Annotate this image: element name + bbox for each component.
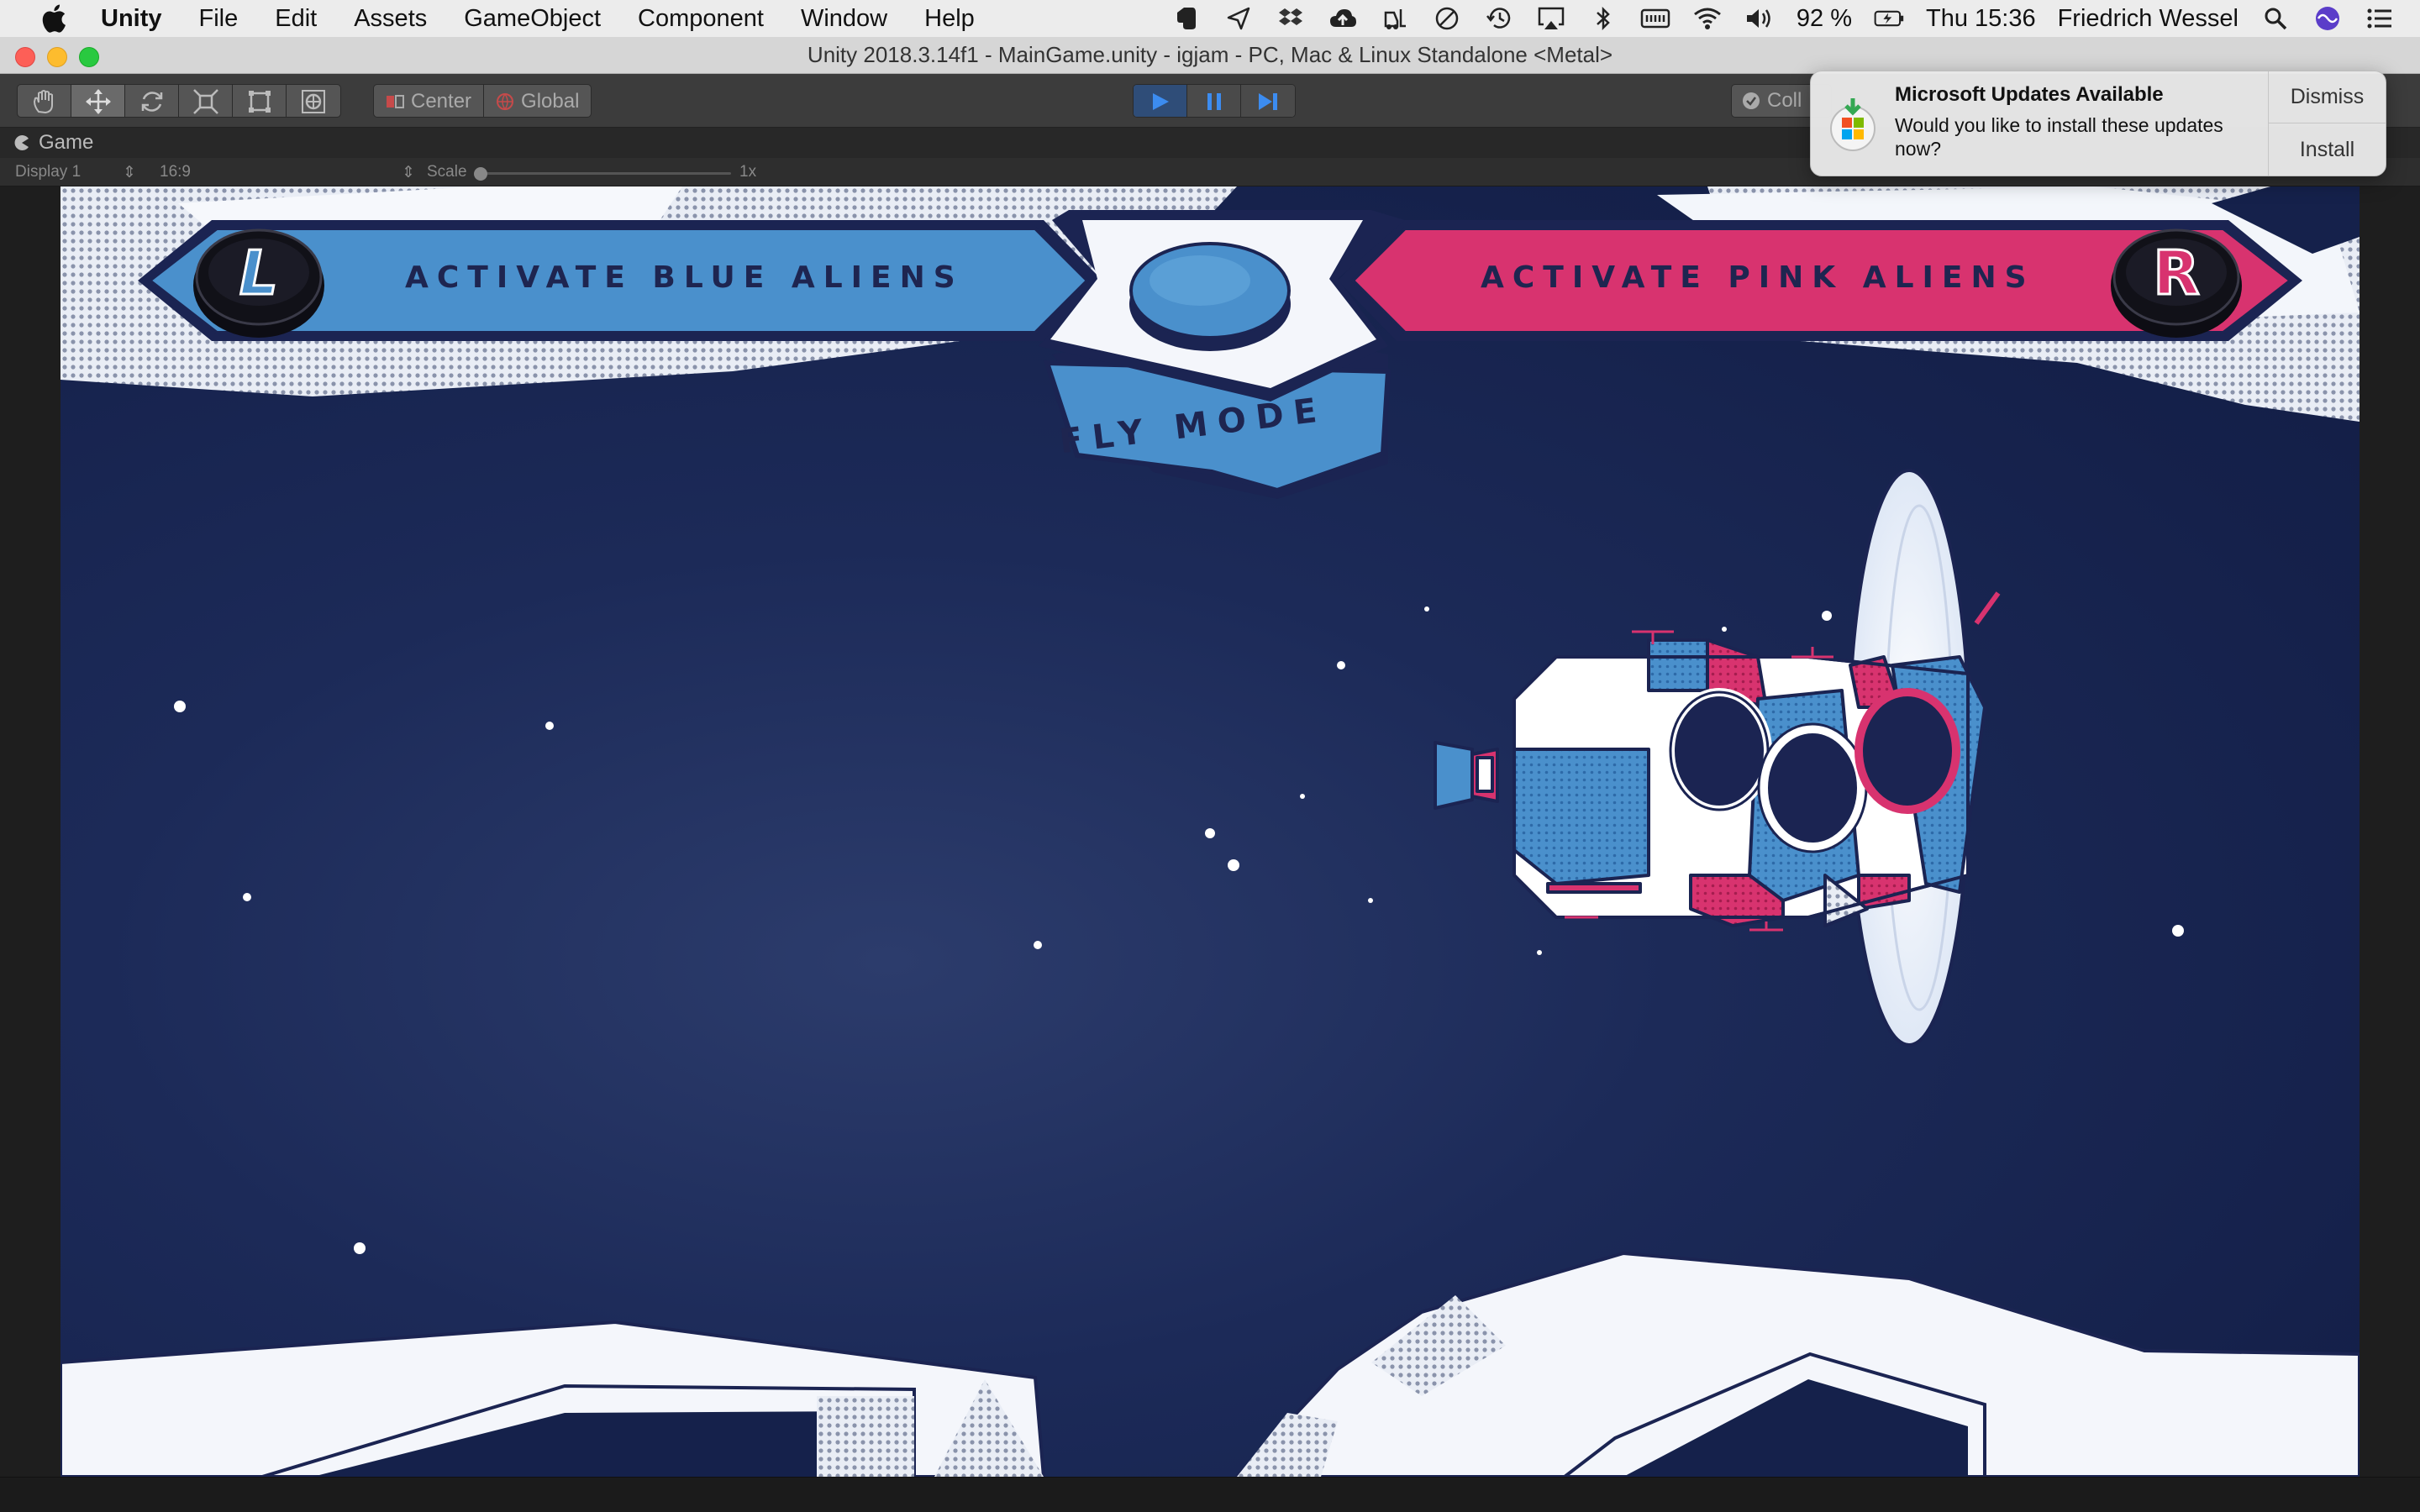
scale-label: Scale	[427, 163, 467, 181]
display-select[interactable]: Display 1	[15, 163, 81, 181]
scale-slider-track[interactable]	[479, 172, 731, 175]
tab-game-label: Game	[39, 131, 94, 154]
notification-body: Would you like to install these updates …	[1895, 114, 2223, 160]
menu-edit[interactable]: Edit	[256, 5, 335, 33]
notification-title: Microsoft Updates Available	[1895, 83, 2164, 106]
airplay-icon[interactable]	[1536, 6, 1566, 31]
menu-file[interactable]: File	[181, 5, 257, 33]
apple-menu-icon[interactable]	[32, 0, 76, 37]
play-controls	[1133, 84, 1296, 118]
pivot-global-label: Global	[521, 90, 580, 113]
update-notification: Microsoft Updates Available Would you li…	[1810, 71, 2386, 176]
r-button-letter: R	[2153, 238, 2199, 308]
minimize-window-button[interactable]	[47, 47, 67, 67]
play-button[interactable]	[1134, 85, 1187, 117]
collab-label: Coll	[1767, 89, 1802, 112]
clock[interactable]: Thu 15:36	[1926, 5, 2036, 33]
menu-assets[interactable]: Assets	[335, 5, 445, 33]
forklift-icon[interactable]	[1380, 6, 1410, 31]
volume-icon[interactable]	[1744, 6, 1775, 31]
status-strip	[0, 1477, 2420, 1512]
step-button[interactable]	[1241, 85, 1295, 117]
scale-slider-handle[interactable]	[474, 167, 487, 181]
menu-app-name[interactable]: Unity	[76, 5, 181, 33]
pivot-center-button[interactable]: Center	[374, 85, 485, 117]
menu-window[interactable]: Window	[782, 5, 906, 33]
notification-actions: Dismiss Install	[2268, 71, 2386, 176]
pink-aliens-label: Activate Pink Aliens	[1481, 260, 2035, 295]
do-not-disturb-icon[interactable]	[1432, 6, 1462, 31]
scale-value: 1x	[739, 163, 757, 181]
wifi-icon[interactable]	[1692, 6, 1723, 31]
close-window-button[interactable]	[15, 47, 35, 67]
blue-aliens-label: Activate Blue Aliens	[405, 260, 964, 295]
pivot-global-button[interactable]: Global	[484, 85, 591, 117]
window-title: Unity 2018.3.14f1 - MainGame.unity - igj…	[807, 42, 1613, 67]
dismiss-button[interactable]: Dismiss	[2269, 71, 2386, 123]
pivot-center-label: Center	[411, 90, 472, 113]
evernote-icon[interactable]	[1171, 6, 1202, 31]
cloud-upload-icon[interactable]	[1328, 6, 1358, 31]
lower-asteroid	[60, 1251, 2360, 1477]
scale-tool-icon[interactable]	[179, 85, 233, 117]
notification-center-icon[interactable]	[2365, 6, 2395, 31]
step-icon	[1259, 93, 1277, 110]
play-icon	[1152, 93, 1169, 110]
game-scene: L R	[60, 186, 2360, 1477]
battery-percentage: 92 %	[1796, 4, 1852, 32]
send-icon[interactable]	[1223, 6, 1254, 31]
tab-game[interactable]: Game	[13, 131, 93, 155]
maximize-window-button[interactable]	[79, 47, 99, 67]
siri-icon[interactable]	[2312, 6, 2343, 31]
install-button[interactable]: Install	[2269, 123, 2386, 176]
pause-button[interactable]	[1187, 85, 1241, 117]
bluetooth-icon[interactable]	[1588, 6, 1618, 31]
hand-tool-icon[interactable]	[18, 85, 71, 117]
time-machine-icon[interactable]	[1484, 6, 1514, 31]
dropbox-icon[interactable]	[1276, 6, 1306, 31]
game-viewport[interactable]: L R Activate Blue Aliens Activate Pink A…	[60, 186, 2360, 1477]
display-chevron-icon: ⇕	[123, 164, 136, 181]
l-button-letter: L	[239, 238, 278, 308]
globe-icon	[497, 93, 514, 111]
transform-tools	[17, 84, 341, 118]
rotate-tool-icon[interactable]	[125, 85, 179, 117]
user-name[interactable]: Friedrich Wessel	[2058, 5, 2238, 33]
pause-icon	[1207, 93, 1221, 110]
spotlight-icon[interactable]	[2260, 6, 2291, 31]
rect-tool-icon[interactable]	[233, 85, 287, 117]
center-button	[1129, 242, 1291, 351]
menu-help[interactable]: Help	[906, 5, 993, 33]
battery-icon[interactable]	[1874, 6, 1904, 31]
pivot-icon	[387, 95, 404, 108]
pivot-toggles: Center Global	[373, 84, 592, 118]
checkmark-icon	[1743, 92, 1760, 109]
transform-tool-icon[interactable]	[287, 85, 340, 117]
move-tool-icon[interactable]	[71, 85, 125, 117]
pacman-icon	[14, 135, 29, 150]
aspect-chevron-icon: ⇕	[402, 164, 415, 181]
menu-gameobject[interactable]: GameObject	[445, 5, 619, 33]
microsoft-autoupdate-icon	[1828, 97, 1878, 152]
window-title-bar: Unity 2018.3.14f1 - MainGame.unity - igj…	[0, 37, 2420, 74]
keyboard-icon[interactable]	[1640, 6, 1670, 31]
menu-bar: Unity File Edit Assets GameObject Compon…	[0, 0, 2420, 37]
menu-component[interactable]: Component	[619, 5, 782, 33]
aspect-select[interactable]: 16:9	[160, 163, 191, 181]
